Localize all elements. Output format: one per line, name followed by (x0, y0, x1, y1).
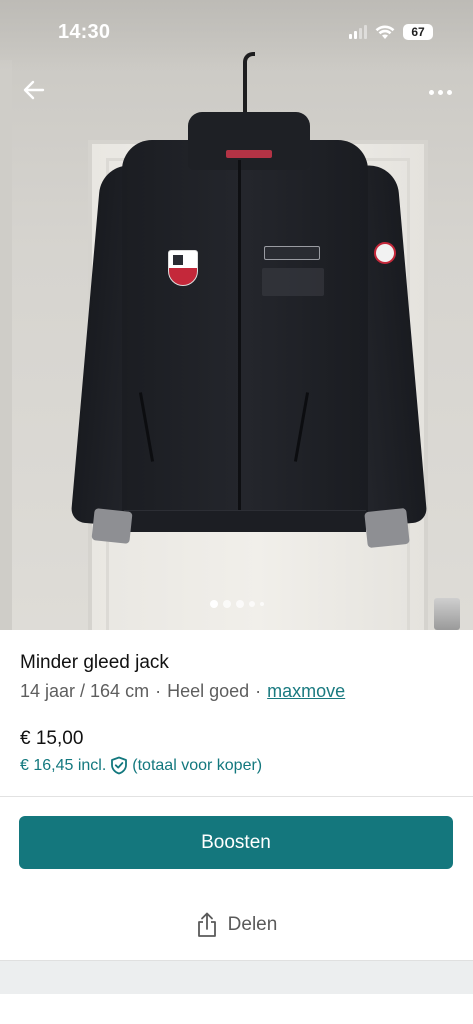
price-incl-value: € 16,45 incl. (20, 756, 107, 774)
meta-separator: · (255, 681, 262, 701)
boost-button[interactable]: Boosten (19, 816, 453, 869)
jacket-hem (124, 510, 366, 532)
photo-pagination-dots[interactable] (0, 600, 473, 608)
price-incl-note: (totaal voor koper) (132, 756, 263, 774)
meta-separator: · (155, 681, 162, 701)
listing-photo[interactable] (0, 0, 473, 630)
pagination-dot[interactable] (235, 600, 244, 608)
wifi-icon (375, 24, 395, 39)
status-bar: 14:30 67 (0, 0, 473, 70)
jacket-cuff-right (364, 507, 410, 549)
share-icon (197, 912, 216, 937)
listing-meta: 14 jaar / 164 cm · Heel goed · maxmove (20, 681, 345, 702)
status-time: 14:30 (58, 20, 111, 43)
listing-brand-link[interactable]: maxmove (267, 681, 345, 701)
listing-title: Minder gleed jack (20, 652, 169, 673)
cellular-signal-icon (349, 25, 367, 39)
share-label: Delen (227, 914, 278, 935)
pagination-dot[interactable] (259, 602, 264, 606)
back-button[interactable] (18, 74, 50, 106)
shield-check-icon (111, 756, 128, 775)
jacket-zipper (238, 160, 241, 520)
bottom-section-band (0, 960, 473, 994)
jacket-collar (188, 112, 310, 170)
jacket-illustration (0, 0, 473, 630)
more-options-button[interactable] (420, 78, 460, 106)
jacket-body (122, 140, 368, 532)
jacket-collar-lining (226, 150, 272, 158)
pagination-dot-active[interactable] (209, 600, 218, 608)
battery-indicator: 67 (403, 24, 433, 40)
more-horizontal-icon (428, 89, 434, 95)
jacket-shield-badge (168, 250, 198, 286)
share-button[interactable]: Delen (0, 900, 473, 950)
jacket-sleeve-badge (374, 242, 396, 264)
jacket-cuff-left (91, 508, 133, 544)
pagination-dot[interactable] (248, 601, 255, 607)
jacket-text-badge (264, 246, 320, 260)
listing-condition: Heel goed (167, 681, 250, 701)
pagination-dot[interactable] (222, 600, 231, 608)
bottom-filler (0, 994, 473, 1024)
system-icons: 67 (349, 24, 433, 40)
jacket-chest-print (262, 268, 324, 296)
arrow-left-icon (23, 80, 45, 100)
section-divider (0, 796, 473, 797)
listing-price: € 15,00 (20, 728, 84, 749)
listing-size: 14 jaar / 164 cm (20, 681, 150, 701)
price-incl-buyer-protection[interactable]: € 16,45 incl. (totaal voor koper) (20, 756, 262, 775)
